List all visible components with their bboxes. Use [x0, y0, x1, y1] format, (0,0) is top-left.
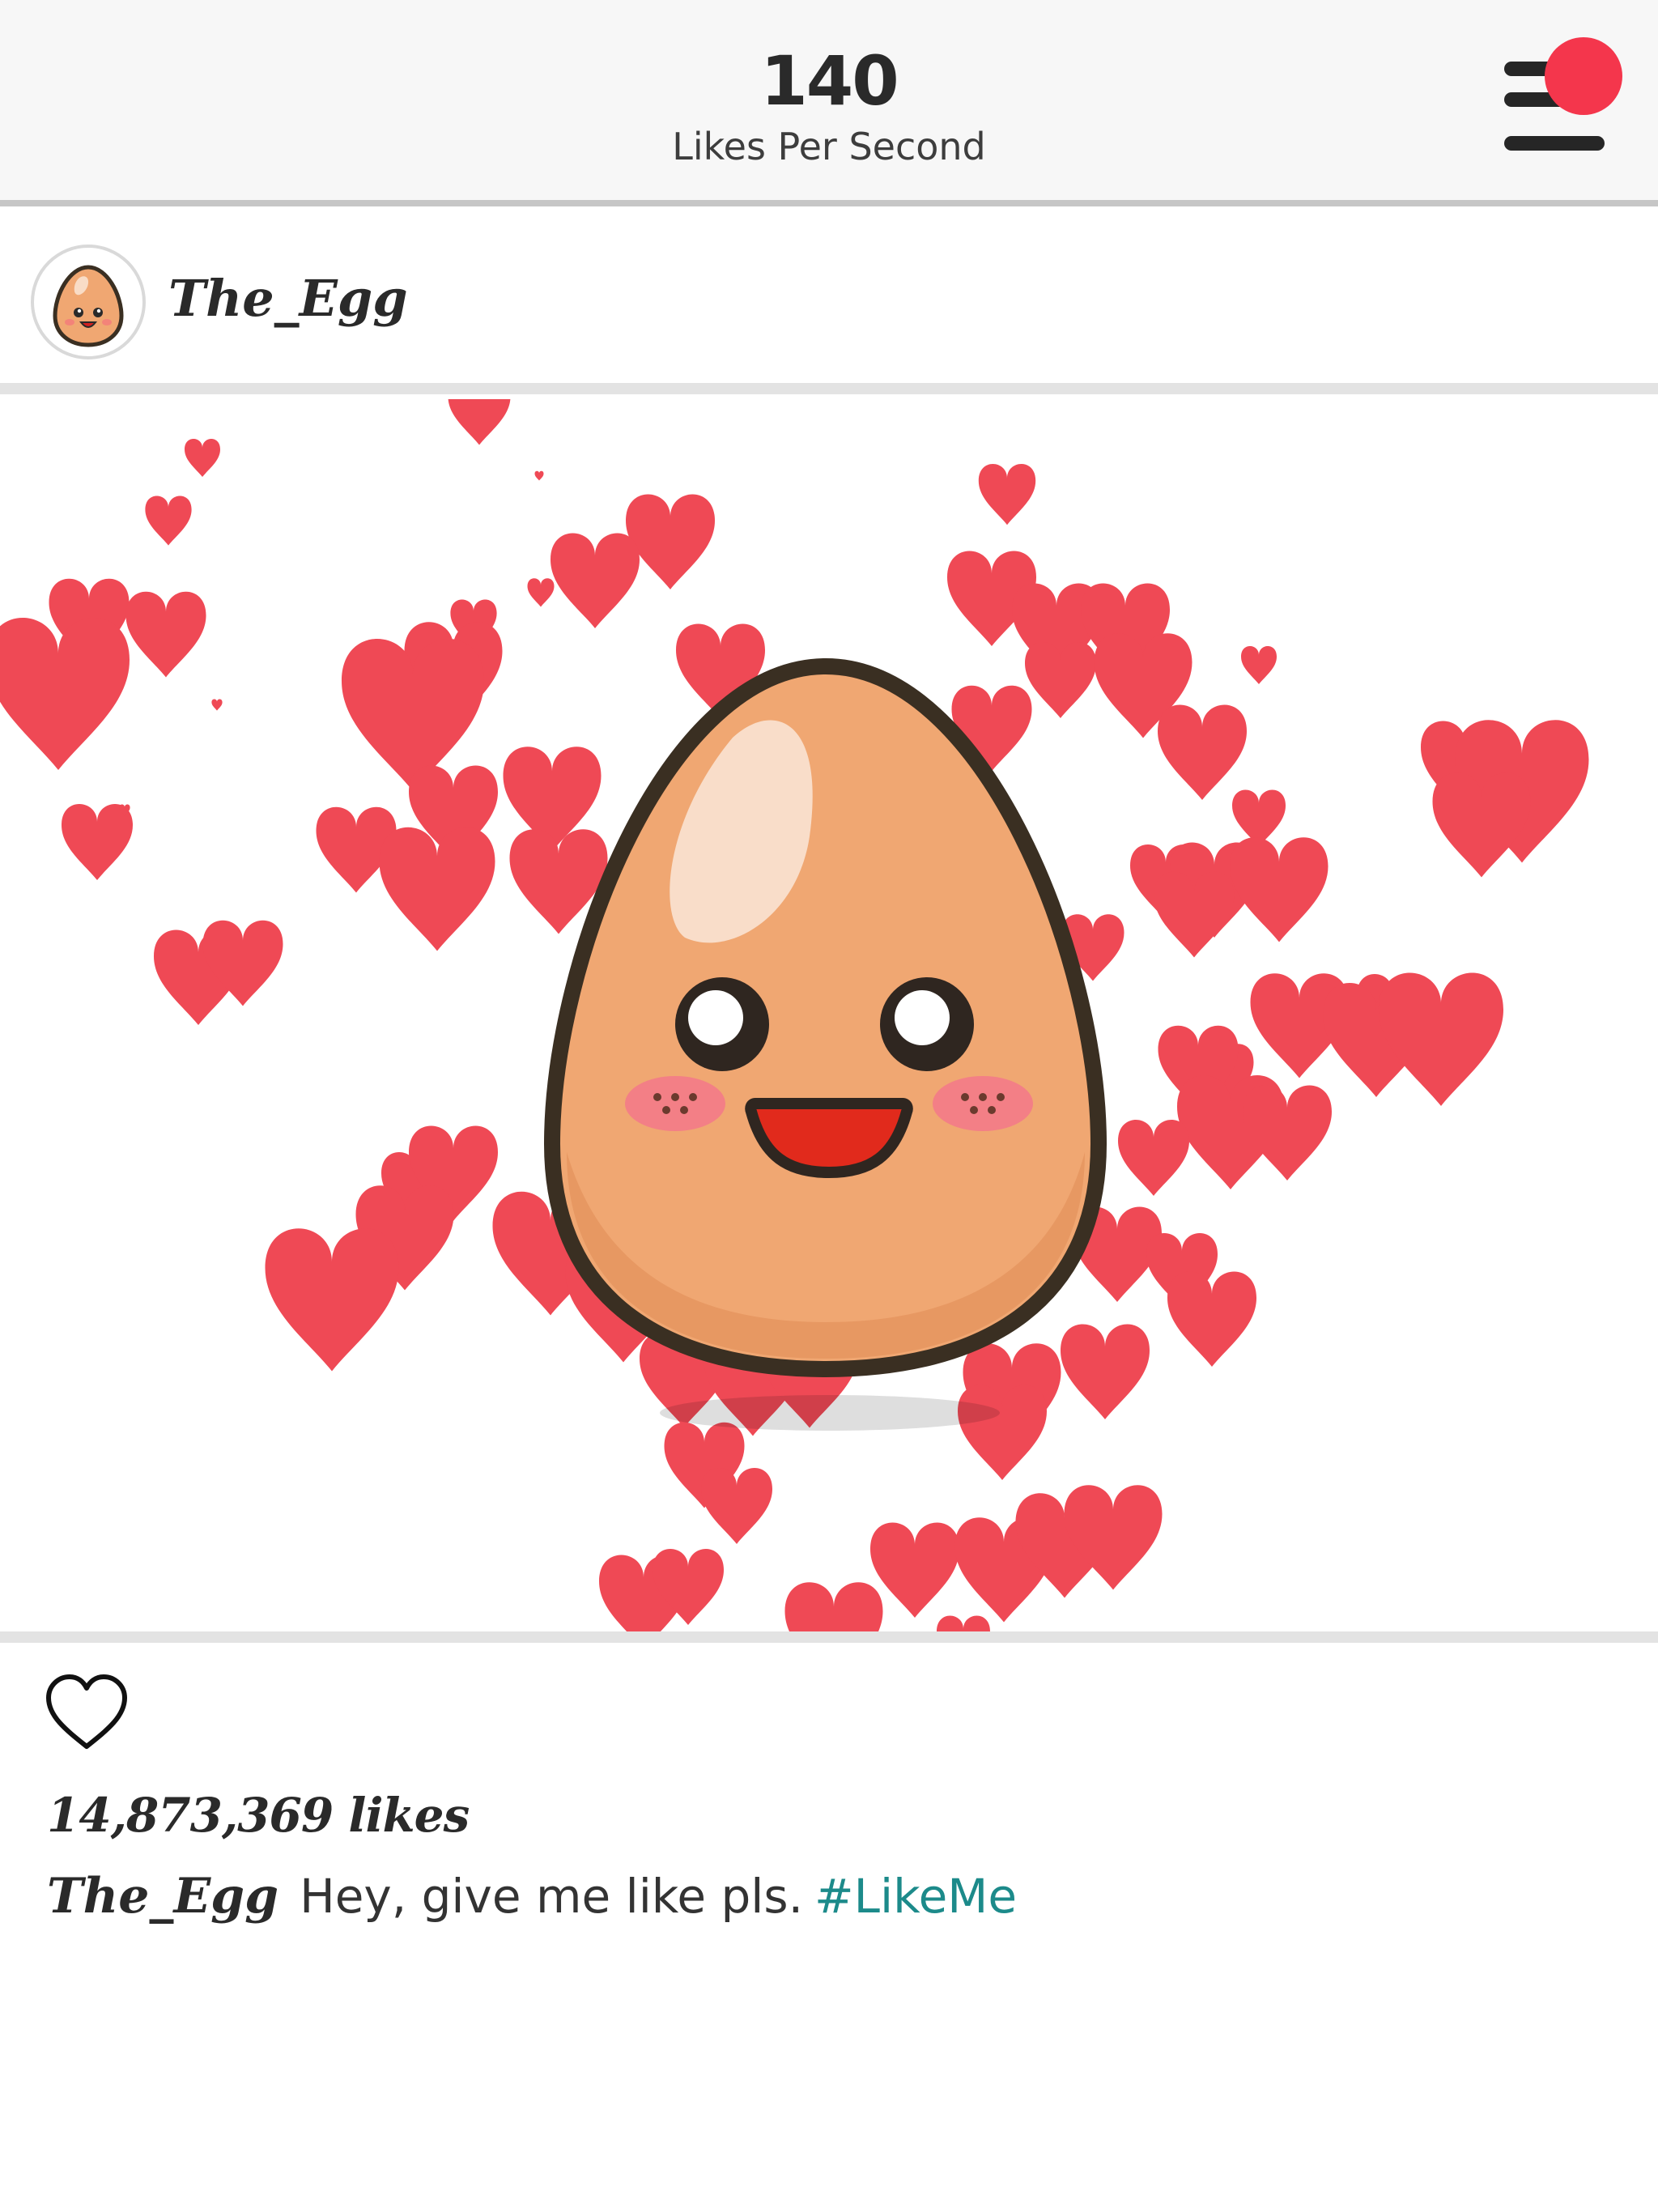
- egg-right-eye: [880, 977, 974, 1071]
- likes-per-second-value: 140: [760, 41, 899, 121]
- heart-particle: [1243, 1085, 1332, 1180]
- menu-button[interactable]: [1498, 37, 1627, 162]
- heart-particle: [1167, 1271, 1256, 1367]
- heart-particle: [62, 804, 133, 880]
- heart-particle: [379, 827, 495, 951]
- notification-dot: [1545, 37, 1622, 115]
- caption-hashtag[interactable]: #LikeMe: [814, 1869, 1017, 1924]
- egg-left-eye: [675, 977, 769, 1071]
- heart-particle: [1230, 837, 1329, 942]
- heart-particle: [870, 1522, 959, 1618]
- menu-bar-bottom: [1504, 136, 1605, 151]
- heart-particle: [784, 1582, 883, 1631]
- egg-character[interactable]: [543, 657, 1107, 1431]
- heart-particle: [0, 618, 130, 770]
- heart-particle: [1118, 1120, 1189, 1196]
- egg-shadow: [660, 1395, 1000, 1431]
- heart-particle: [145, 496, 192, 546]
- post-username[interactable]: The_Egg: [168, 274, 408, 324]
- post-header: The_Egg: [0, 235, 1658, 372]
- egg-right-cheek: [933, 1076, 1033, 1131]
- heart-outline-icon: [46, 1674, 127, 1749]
- like-button[interactable]: [42, 1672, 131, 1753]
- heart-particle: [534, 470, 544, 481]
- egg-scene: [0, 399, 1589, 1631]
- caption-text: Hey, give me like pls.: [300, 1869, 804, 1924]
- caption-username[interactable]: The_Egg: [47, 1868, 278, 1925]
- likes-count: 14,873,369 likes: [47, 1788, 470, 1843]
- heart-particle: [551, 533, 640, 628]
- heart-particle: [185, 439, 220, 477]
- likes-per-second-label: Likes Per Second: [672, 125, 986, 168]
- post-image[interactable]: [0, 399, 1658, 1631]
- heart-particle: [211, 699, 223, 711]
- image-bottom-divider: [0, 1631, 1658, 1643]
- heart-particle: [527, 578, 555, 607]
- heart-particle: [1061, 1324, 1150, 1419]
- post-caption: The_Egg Hey, give me like pls. #LikeMe: [47, 1872, 1017, 1921]
- heart-particle: [265, 1228, 399, 1372]
- heart-particle: [1379, 972, 1503, 1106]
- egg-left-cheek: [625, 1076, 725, 1131]
- heart-particle: [1158, 704, 1247, 800]
- heart-particle: [701, 1468, 772, 1544]
- heart-particle: [978, 464, 1036, 525]
- avatar[interactable]: [31, 245, 146, 359]
- heart-particle: [1241, 646, 1277, 684]
- heart-particle: [125, 591, 206, 678]
- heart-particle: [626, 494, 715, 589]
- top-bar: 140 Likes Per Second: [0, 0, 1658, 206]
- image-top-divider: [0, 383, 1658, 394]
- heart-particle: [448, 399, 511, 445]
- egg-avatar-icon: [53, 265, 124, 347]
- heart-particle: [937, 1615, 990, 1631]
